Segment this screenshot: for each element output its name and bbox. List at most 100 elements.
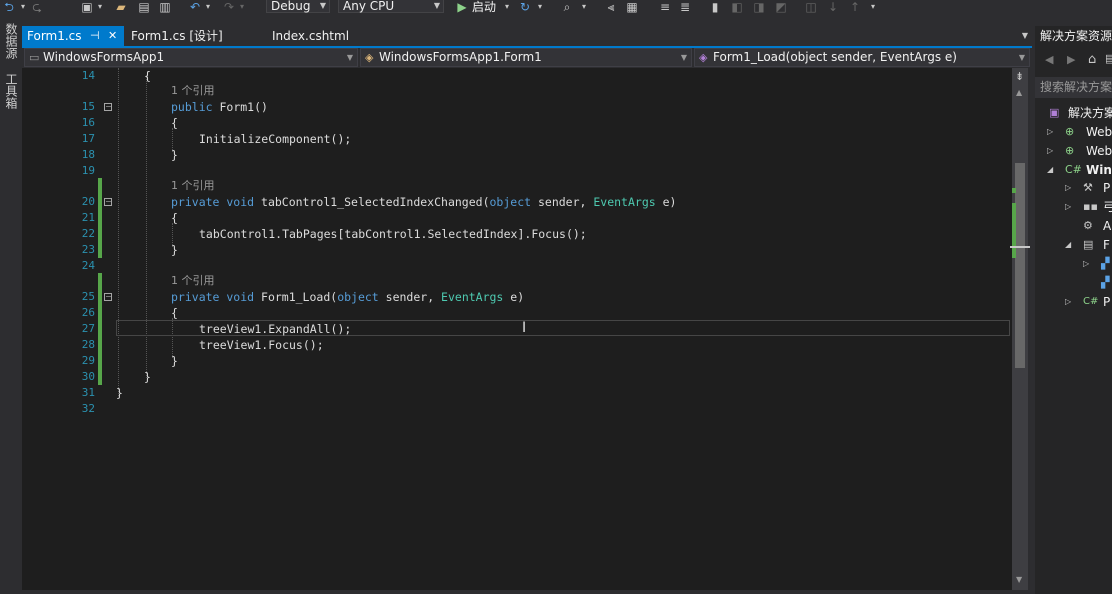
line-number: 17 — [81, 132, 95, 145]
find-icon[interactable]: ⌕ — [560, 0, 574, 14]
collapse-icon[interactable]: − — [104, 103, 112, 111]
code-line[interactable]: { — [171, 210, 178, 226]
collapse-icon[interactable]: − — [104, 293, 112, 301]
scroll-down-icon[interactable]: ▼ — [1016, 575, 1022, 584]
code-line[interactable]: } — [116, 385, 123, 401]
expand-icon[interactable]: ▷ — [1065, 198, 1071, 216]
code-line[interactable]: private void tabControl1_SelectedIndexCh… — [171, 194, 676, 210]
save-all-icon[interactable]: ▥ — [158, 0, 172, 14]
change-indicator — [98, 273, 102, 385]
new-dropdown-icon[interactable]: ▾ — [96, 0, 104, 14]
code-line[interactable]: treeView1.Focus(); — [199, 337, 324, 353]
expand-icon[interactable]: ▷ — [1083, 255, 1089, 273]
reference-count-link[interactable]: 1 个引用 — [171, 83, 215, 99]
clear-bookmark-icon[interactable]: ◩ — [774, 0, 788, 14]
tab-form1-designer[interactable]: Form1.cs [设计] — [126, 26, 246, 46]
expand-icon[interactable]: ▷ — [1065, 293, 1071, 311]
start-button[interactable]: 启动 — [472, 0, 502, 14]
code-line[interactable]: tabControl1.TabPages[tabControl1.Selecte… — [199, 226, 587, 242]
member-dropdown[interactable]: ◈ Form1_Load(object sender, EventArgs e) ▼ — [694, 48, 1030, 67]
next-bookmark-icon[interactable]: ◨ — [752, 0, 766, 14]
expand-icon[interactable]: ▷ — [1065, 179, 1071, 197]
start-icon[interactable]: ▶ — [456, 0, 468, 14]
refresh-dropdown-icon[interactable]: ▾ — [536, 0, 544, 14]
forward-icon[interactable]: ⮎ — [30, 0, 44, 14]
tab-overflow-icon[interactable]: ▼ — [1022, 31, 1028, 40]
side-tool-strip: 数据源 工具箱 — [0, 17, 22, 594]
platform-select[interactable]: Any CPU ▼ — [338, 0, 444, 13]
new-project-icon[interactable]: ▣ — [80, 0, 94, 14]
text-cursor-icon: I — [522, 320, 527, 336]
datasource-tab[interactable]: 数据源 — [3, 23, 20, 59]
pin-icon[interactable]: ⊣ — [90, 26, 100, 46]
code-line[interactable]: private void Form1_Load(object sender, E… — [171, 289, 524, 305]
refresh-icon[interactable]: ↻ — [518, 0, 532, 14]
back-dropdown-icon[interactable]: ▾ — [18, 0, 28, 14]
find-dropdown-icon[interactable]: ▾ — [580, 0, 588, 14]
step-out-icon[interactable]: ↑ — [848, 0, 862, 14]
uncomment-icon[interactable]: ≣ — [678, 0, 692, 14]
toolbox-tab[interactable]: 工具箱 — [3, 73, 20, 109]
code-line[interactable]: treeView1.ExpandAll(); — [199, 321, 351, 337]
code-line[interactable]: } — [144, 369, 151, 385]
expand-icon[interactable]: ▷ — [1047, 142, 1053, 160]
scroll-up-icon[interactable]: ▲ — [1016, 88, 1022, 97]
bookmark-icon[interactable]: ▮ — [708, 0, 722, 14]
scrollbar-thumb[interactable] — [1015, 163, 1025, 368]
keyword: private void — [171, 290, 255, 304]
code-line[interactable]: public Form1() — [171, 99, 268, 115]
code-line[interactable]: { — [171, 115, 178, 131]
reference-count-link[interactable]: 1 个引用 — [171, 273, 215, 289]
start-dropdown-icon[interactable]: ▾ — [503, 0, 511, 14]
tab-form1-cs[interactable]: Form1.cs ⊣ ✕ — [22, 26, 124, 46]
tab-index-cshtml[interactable]: Index.cshtml — [267, 26, 367, 46]
vertical-scrollbar[interactable]: ⇟ ▲ ▼ — [1010, 68, 1030, 590]
tab-label: Form1.cs — [27, 29, 82, 43]
solution-search-input[interactable]: 搜索解决方案 — [1035, 77, 1112, 98]
code-line[interactable]: InitializeComponent(); — [199, 131, 351, 147]
keyword: private void — [171, 195, 255, 209]
sync-icon[interactable]: ▤ — [1105, 52, 1112, 65]
step-over-icon[interactable]: ↓ — [826, 0, 840, 14]
screenshot-icon[interactable]: ◫ — [804, 0, 818, 14]
split-icon[interactable]: ⇟ — [1015, 70, 1024, 83]
open-folder-icon[interactable]: ▰ — [114, 0, 128, 14]
align-icon[interactable]: ⫷ — [604, 0, 618, 14]
toolbar-overflow-icon[interactable]: ▾ — [868, 0, 878, 14]
code-text: sender, — [531, 195, 594, 209]
code-line[interactable]: } — [171, 242, 178, 258]
home-icon[interactable]: ⌂ — [1088, 52, 1096, 67]
project-dropdown[interactable]: ▭ WindowsFormsApp1 ▼ — [24, 48, 358, 67]
undo-icon[interactable]: ↶ — [188, 0, 202, 14]
web-project-icon: ⊕ — [1065, 125, 1075, 138]
code-line[interactable]: } — [171, 147, 178, 163]
class-dropdown[interactable]: ◈ WindowsFormsApp1.Form1 ▼ — [360, 48, 692, 67]
layout-icon[interactable]: ▦ — [625, 0, 639, 14]
forward-icon[interactable]: ▶ — [1067, 53, 1075, 66]
back-icon[interactable]: ⮌ — [2, 0, 16, 14]
tree-item-label: 解决方案 — [1068, 106, 1112, 120]
back-icon[interactable]: ◀ — [1045, 53, 1053, 66]
prev-bookmark-icon[interactable]: ◧ — [730, 0, 744, 14]
code-line[interactable]: } — [171, 353, 178, 369]
close-icon[interactable]: ✕ — [108, 26, 117, 46]
save-icon[interactable]: ▤ — [137, 0, 151, 14]
keyword: object — [489, 195, 532, 209]
code-line[interactable]: { — [144, 68, 151, 84]
reference-count-link[interactable]: 1 个引用 — [171, 178, 215, 194]
class-icon: ◈ — [365, 51, 374, 64]
line-number: 26 — [81, 306, 95, 319]
redo-dropdown-icon[interactable]: ▾ — [238, 0, 246, 14]
redo-icon[interactable]: ↷ — [222, 0, 236, 14]
config-select[interactable]: Debug ▼ — [266, 0, 330, 13]
code-editor[interactable]: 14 15 16 17 18 19 20 21 22 23 24 25 26 2… — [22, 68, 1012, 590]
collapse-icon[interactable]: − — [104, 198, 112, 206]
undo-dropdown-icon[interactable]: ▾ — [204, 0, 212, 14]
expand-icon[interactable]: ▷ — [1047, 123, 1053, 141]
collapse-icon[interactable]: ◢ — [1047, 161, 1053, 179]
tree-item-label: Win — [1086, 163, 1112, 177]
code-line[interactable]: { — [171, 305, 178, 321]
solution-explorer-panel: 解决方案资源 ◀ ▶ ⌂ ▤ 搜索解决方案 ▣ 解决方案 ▷ ⊕ Web ▷ ⊕… — [1035, 26, 1112, 594]
comment-icon[interactable]: ≡ — [658, 0, 672, 14]
collapse-icon[interactable]: ◢ — [1065, 236, 1071, 254]
